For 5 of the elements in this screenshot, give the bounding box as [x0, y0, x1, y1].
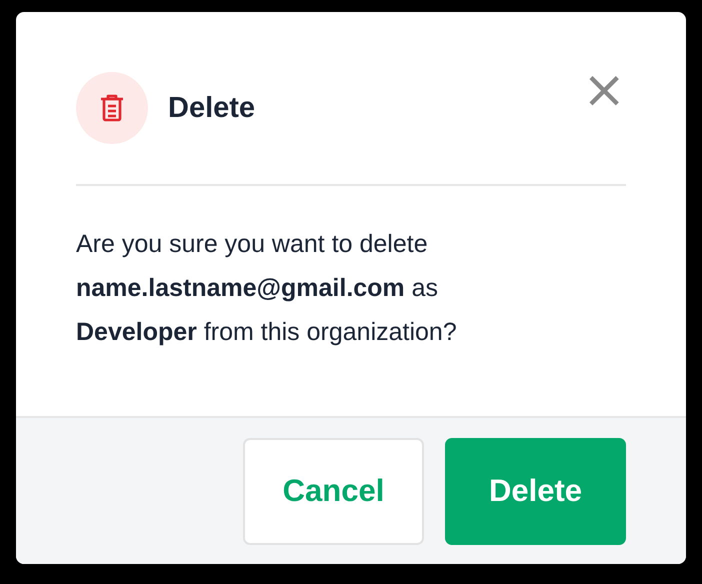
close-button[interactable]: × [582, 70, 626, 110]
confirmation-message: Are you sure you want to delete name.lastname@gmail.com as Developer from this organization? [76, 229, 458, 348]
delete-button[interactable]: Delete [445, 438, 626, 544]
dialog-title: Delete [168, 92, 256, 124]
cancel-button[interactable]: Cancel [243, 438, 424, 544]
